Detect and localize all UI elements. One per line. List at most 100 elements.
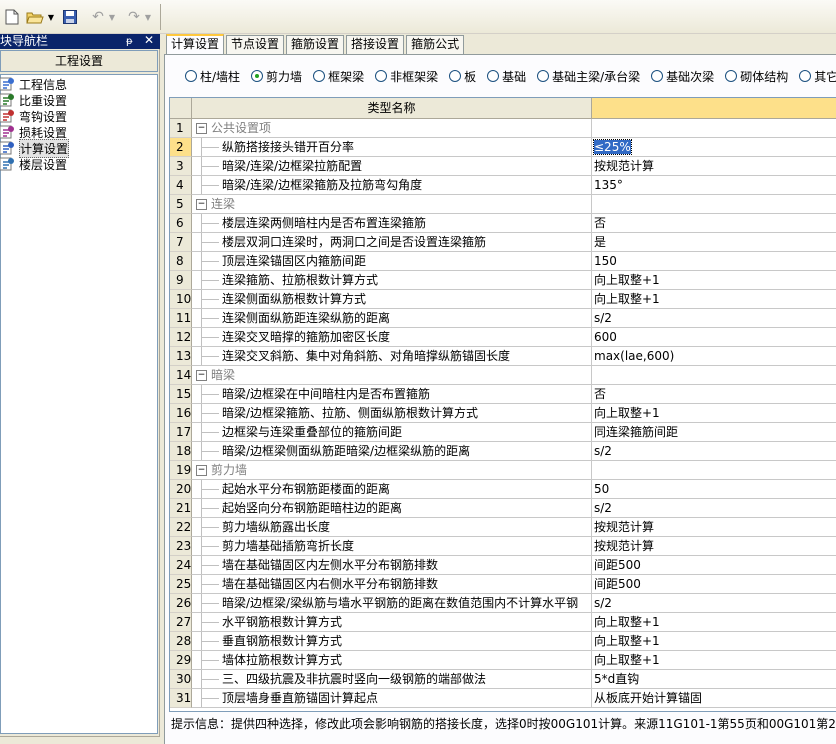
radio-option-8[interactable]: 基础次梁: [651, 68, 714, 85]
tab-2[interactable]: 节点设置: [226, 35, 285, 54]
collapse-icon[interactable]: −: [196, 199, 207, 210]
grid-row[interactable]: 25 墙在基础锚固区内右侧水平分布钢筋排数 间距500: [170, 575, 836, 594]
row-value-cell[interactable]: [592, 461, 836, 480]
row-value-cell[interactable]: 是: [592, 233, 836, 252]
grid-row[interactable]: 13 连梁交叉斜筋、集中对角斜筋、对角暗撑纵筋锚固长度 max(lae,600): [170, 347, 836, 366]
grid-row[interactable]: 30 三、四级抗震及非抗震时竖向一级钢筋的端部做法 5*d直钩: [170, 670, 836, 689]
grid-group-row[interactable]: 5− 连梁: [170, 195, 836, 214]
grid-row[interactable]: 10 连梁侧面纵筋根数计算方式 向上取整+1: [170, 290, 836, 309]
collapse-icon[interactable]: −: [196, 123, 207, 134]
dropdown-arrow-icon[interactable]: ▼: [108, 8, 116, 26]
row-value-cell[interactable]: [592, 366, 836, 385]
grid-row[interactable]: 29 墙体拉筋根数计算方式 向上取整+1: [170, 651, 836, 670]
radio-button-icon[interactable]: [799, 70, 812, 82]
row-value-cell[interactable]: [592, 195, 836, 214]
grid-row[interactable]: 3 暗梁/连梁/边框梁拉筋配置 按规范计算: [170, 157, 836, 176]
nav-item-5[interactable]: 计算设置: [0, 138, 70, 158]
radio-option-10[interactable]: 其它: [799, 68, 836, 85]
tab-5[interactable]: 箍筋公式: [406, 35, 465, 54]
row-value-cell[interactable]: 50: [592, 480, 836, 499]
radio-button-icon[interactable]: [537, 70, 550, 82]
tab-4[interactable]: 搭接设置: [346, 35, 405, 54]
radio-option-4[interactable]: 非框架梁: [375, 68, 438, 85]
grid-row[interactable]: 20 起始水平分布钢筋距楼面的距离 50: [170, 480, 836, 499]
row-value-cell[interactable]: s/2: [592, 442, 836, 461]
row-value-cell[interactable]: 间距500: [592, 575, 836, 594]
radio-button-icon[interactable]: [651, 70, 664, 82]
grid-row[interactable]: 27 水平钢筋根数计算方式 向上取整+1: [170, 613, 836, 632]
radio-option-6[interactable]: 基础: [487, 68, 526, 85]
nav-item-1[interactable]: 工程信息: [0, 76, 67, 92]
grid-row[interactable]: 16 暗梁/边框梁箍筋、拉筋、侧面纵筋根数计算方式 向上取整+1: [170, 404, 836, 423]
radio-button-icon[interactable]: [185, 70, 197, 82]
row-value-cell[interactable]: 按规范计算: [592, 518, 836, 537]
row-value-cell[interactable]: max(lae,600): [592, 347, 836, 366]
open-folder-icon[interactable]: [26, 8, 44, 26]
row-value-cell[interactable]: 150: [592, 252, 836, 271]
row-value-cell[interactable]: 从板底开始计算锚固: [592, 689, 836, 708]
tab-3[interactable]: 箍筋设置: [286, 35, 345, 54]
grid-row[interactable]: 7 楼层双洞口连梁时，两洞口之间是否设置连梁箍筋 是: [170, 233, 836, 252]
grid-group-row[interactable]: 1− 公共设置项: [170, 119, 836, 138]
grid-row[interactable]: 21 起始竖向分布钢筋距暗柱边的距离 s/2: [170, 499, 836, 518]
row-value-cell[interactable]: 向上取整+1: [592, 651, 836, 670]
row-value-cell[interactable]: 135°: [592, 176, 836, 195]
row-value-cell[interactable]: 否: [592, 214, 836, 233]
grid-row[interactable]: 12 连梁交叉暗撑的箍筋加密区长度 600: [170, 328, 836, 347]
radio-button-icon[interactable]: [375, 70, 388, 82]
grid-row[interactable]: 18 暗梁/边框梁侧面纵筋距暗梁/边框梁纵筋的距离 s/2: [170, 442, 836, 461]
new-file-icon[interactable]: [4, 8, 20, 26]
radio-button-icon[interactable]: [449, 70, 462, 82]
row-value-cell[interactable]: 向上取整+1: [592, 290, 836, 309]
row-value-cell[interactable]: 向上取整+1: [592, 632, 836, 651]
dropdown-arrow-icon[interactable]: ▼: [144, 8, 152, 26]
radio-option-2[interactable]: 剪力墙: [251, 68, 302, 85]
nav-item-6[interactable]: 楼层设置: [0, 156, 67, 172]
dropdown-arrow-icon[interactable]: ▼: [47, 8, 55, 26]
redo-icon[interactable]: ↷: [126, 8, 142, 26]
radio-option-9[interactable]: 砌体结构: [725, 68, 788, 85]
close-icon[interactable]: ✕: [144, 33, 154, 48]
tab-1[interactable]: 计算设置: [166, 34, 225, 54]
collapse-icon[interactable]: −: [196, 465, 207, 476]
grid-row[interactable]: 31 顶层墙身垂直筋锚固计算起点 从板底开始计算锚固: [170, 689, 836, 708]
grid-row[interactable]: 28 垂直钢筋根数计算方式 向上取整+1: [170, 632, 836, 651]
radio-button-icon[interactable]: [725, 70, 738, 82]
grid-row[interactable]: 4 暗梁/连梁/边框梁箍筋及拉筋弯勾角度 135°: [170, 176, 836, 195]
grid-row[interactable]: 17 边框梁与连梁重叠部位的箍筋间距 同连梁箍筋间距: [170, 423, 836, 442]
grid-row[interactable]: 22 剪力墙纵筋露出长度 按规范计算: [170, 518, 836, 537]
row-value-cell[interactable]: 否: [592, 385, 836, 404]
grid-row[interactable]: 9 连梁箍筋、拉筋根数计算方式 向上取整+1: [170, 271, 836, 290]
radio-option-3[interactable]: 框架梁: [313, 68, 364, 85]
row-value-cell[interactable]: 向上取整+1: [592, 613, 836, 632]
nav-section-project-settings[interactable]: 工程设置: [0, 50, 158, 72]
pin-icon[interactable]: ᵽ: [126, 34, 133, 49]
row-value-cell[interactable]: s/2: [592, 499, 836, 518]
grid-row[interactable]: 2 纵筋搭接接头错开百分率 ≤25%: [170, 138, 836, 157]
grid-row[interactable]: 8 顶层连梁锚固区内箍筋间距 150: [170, 252, 836, 271]
row-value-cell[interactable]: 按规范计算: [592, 537, 836, 556]
grid-row[interactable]: 15 暗梁/边框梁在中间暗柱内是否布置箍筋 否: [170, 385, 836, 404]
nav-item-3[interactable]: 弯钩设置: [0, 108, 67, 124]
grid-row[interactable]: 11 连梁侧面纵筋距连梁纵筋的距离 s/2: [170, 309, 836, 328]
row-value-cell[interactable]: 间距500: [592, 556, 836, 575]
radio-option-1[interactable]: 柱/墙柱: [185, 68, 240, 85]
row-value-cell[interactable]: 向上取整+1: [592, 271, 836, 290]
nav-item-2[interactable]: 比重设置: [0, 92, 67, 108]
radio-button-icon[interactable]: [487, 70, 500, 82]
row-value-cell[interactable]: ≤25%: [592, 138, 836, 157]
grid-row[interactable]: 23 剪力墙基础插筋弯折长度 按规范计算: [170, 537, 836, 556]
collapse-icon[interactable]: −: [196, 370, 207, 381]
radio-option-5[interactable]: 板: [449, 68, 476, 85]
undo-icon[interactable]: ↶: [90, 8, 106, 26]
radio-button-icon[interactable]: [251, 70, 264, 82]
row-value-cell[interactable]: 5*d直钩: [592, 670, 836, 689]
row-value-cell[interactable]: s/2: [592, 309, 836, 328]
row-value-cell[interactable]: 按规范计算: [592, 157, 836, 176]
grid-row[interactable]: 6 楼层连梁两侧暗柱内是否布置连梁箍筋 否: [170, 214, 836, 233]
save-icon[interactable]: [62, 8, 78, 26]
row-value-cell[interactable]: s/2: [592, 594, 836, 613]
grid-row[interactable]: 24 墙在基础锚固区内左侧水平分布钢筋排数 间距500: [170, 556, 836, 575]
row-value-cell[interactable]: [592, 119, 836, 138]
radio-button-icon[interactable]: [313, 70, 326, 82]
